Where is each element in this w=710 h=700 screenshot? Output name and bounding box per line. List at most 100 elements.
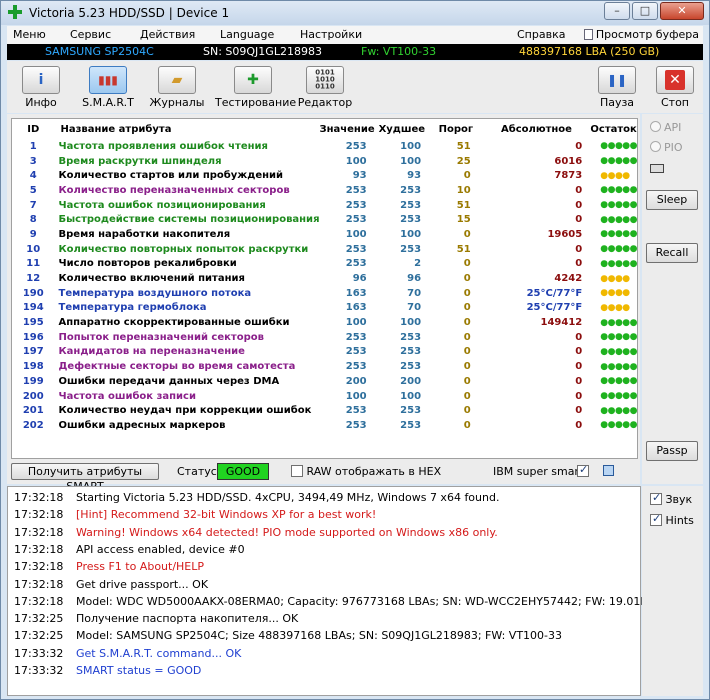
- smart-row[interactable]: 10 Количество повторных попыток раскрутки…: [12, 242, 637, 257]
- stop-button[interactable]: ✕ Стоп: [645, 65, 705, 111]
- smart-cell-threshold: 51: [456, 140, 471, 152]
- smart-cell-id: 199: [22, 375, 44, 387]
- smart-row[interactable]: 201 Количество неудач при коррекции ошибо…: [12, 403, 638, 418]
- menu-item-service[interactable]: Сервис: [70, 28, 111, 41]
- test-plus-icon: ✚: [234, 66, 272, 94]
- smart-row[interactable]: 3 Время раскрутки шпинделя 100 100 25 6016 ●●●…: [12, 154, 638, 169]
- menu-item-language[interactable]: Language: [220, 28, 274, 41]
- smart-row[interactable]: 4 Количество стартов или пробуждений 93 93 0…: [12, 168, 637, 183]
- smart-button[interactable]: ▮▮▮ S.M.A.R.T: [71, 65, 145, 111]
- raw-hex-option[interactable]: RAW отображать в HEX: [291, 465, 441, 478]
- smart-cell-worst: 70: [407, 302, 422, 314]
- smart-cell-threshold: 51: [456, 243, 471, 255]
- smart-cell-id: 200: [22, 390, 44, 402]
- smart-options-icon[interactable]: [603, 465, 614, 476]
- menu-item-help[interactable]: Справка: [517, 28, 565, 41]
- smart-row[interactable]: 8 Быстродействие системы позиционирования…: [12, 212, 638, 227]
- smart-cell-absolute: 0: [575, 346, 583, 358]
- title-bar[interactable]: Victoria 5.23 HDD/SSD | Device 1 – □ ✕: [1, 1, 709, 25]
- api-radio[interactable]: API: [650, 121, 681, 134]
- passp-button[interactable]: Passp: [646, 441, 698, 461]
- smart-cell-id: 10: [26, 243, 41, 255]
- editor-button[interactable]: 0101 1010 0110 Редактор: [289, 65, 361, 111]
- logs-button[interactable]: ▰ Журналы: [143, 65, 211, 111]
- hints-option[interactable]: Hints: [650, 512, 694, 527]
- smart-row[interactable]: 11 Число повторов рекалибровки 253 2 0 0 ●●●●●: [12, 257, 637, 272]
- pio-radio[interactable]: PIO: [650, 141, 683, 154]
- smart-row[interactable]: 198 Дефектные секторы во время самотеста 2…: [12, 359, 638, 374]
- get-smart-button[interactable]: Получить атрибуты SMART: [11, 463, 159, 493]
- menu-item-actions[interactable]: Действия: [140, 28, 195, 41]
- smart-cell-dots: ●●●●●: [600, 214, 637, 225]
- test-label: Тестирование: [215, 96, 297, 109]
- close-button[interactable]: ✕: [660, 2, 704, 20]
- log-message: SMART status = GOOD: [76, 664, 202, 677]
- minimize-button[interactable]: –: [604, 2, 630, 20]
- smart-row[interactable]: 1 Частота проявления ошибок чтения 253 100 5…: [12, 139, 638, 154]
- pause-button[interactable]: ❚❚ Пауза: [587, 65, 647, 111]
- smart-row[interactable]: 195 Аппаратно скорректированные ошибки 100…: [12, 315, 638, 330]
- log-area[interactable]: 17:32:18 Starting Victoria 5.23 HDD/SSD. …: [7, 486, 663, 696]
- menu-item-menu[interactable]: Меню: [13, 28, 46, 41]
- col-id[interactable]: ID: [12, 119, 55, 139]
- sound-option[interactable]: Звук: [650, 491, 692, 506]
- log-time: 17:32:18: [14, 560, 64, 574]
- smart-cell-name: Быстродействие системы позиционирования: [58, 214, 320, 226]
- hints-checkbox[interactable]: [650, 512, 662, 526]
- col-worst[interactable]: Худшее: [375, 119, 429, 139]
- log-line: 17:32:18 [Hint] Recommend 32-bit Windows …: [14, 508, 376, 521]
- smart-cell-value: 200: [345, 375, 367, 387]
- smart-cell-value: 253: [345, 346, 367, 358]
- smart-cell-id: 11: [26, 258, 41, 270]
- smart-cell-dots: ●●●●●: [600, 229, 637, 240]
- log-message: Получение паспорта накопителя... OK: [76, 612, 299, 626]
- raw-hex-checkbox[interactable]: [291, 465, 303, 477]
- smart-row[interactable]: 200 Частота ошибок записи 100 100 0 0 ●●●●●: [12, 389, 638, 404]
- col-remaining[interactable]: Остаток: [590, 119, 637, 139]
- smart-cell-value: 100: [345, 228, 367, 240]
- smart-row[interactable]: 9 Время наработки накопителя 100 100 0 19605 ●…: [12, 227, 638, 242]
- smart-cell-threshold: 0: [463, 390, 471, 402]
- maximize-button[interactable]: □: [632, 2, 658, 20]
- smart-cell-worst: 70: [407, 287, 422, 299]
- smart-row[interactable]: 199 Ошибки передачи данных через DMA 200 20…: [12, 374, 638, 389]
- log-line: 17:32:25 Model: SAMSUNG SP2504C; Size 488…: [14, 629, 562, 642]
- smart-cell-absolute: 0: [575, 331, 583, 343]
- smart-cell-threshold: 0: [463, 228, 471, 240]
- sound-checkbox[interactable]: [650, 491, 662, 505]
- smart-row[interactable]: 202 Ошибки адресных маркеров 253 253 0 0 ●●●●●: [12, 418, 638, 433]
- smart-row[interactable]: 12 Количество включений питания 96 96 0 4242 ●…: [12, 271, 637, 286]
- smart-cell-absolute: 6016: [554, 155, 583, 167]
- smart-row[interactable]: 194 Температура гермоблока 163 70 0 25°C/77°F…: [12, 301, 637, 316]
- col-value[interactable]: Значение: [320, 119, 375, 139]
- smart-cell-threshold: 0: [463, 375, 471, 387]
- test-button[interactable]: ✚ Тестирование: [215, 65, 296, 111]
- smart-row[interactable]: 197 Кандидатов на переназначение 253 253 0 0 ●…: [12, 345, 638, 360]
- smart-cell-name: Время наработки накопителя: [58, 228, 231, 240]
- smart-cell-absolute: 0: [575, 258, 583, 270]
- log-line: 17:32:18 Warning! Windows x64 detected! P…: [14, 526, 498, 539]
- smart-cell-absolute: 7873: [554, 170, 583, 182]
- smart-cell-id: 198: [22, 361, 44, 373]
- smart-cell-dots: ●●●●: [600, 170, 630, 181]
- smart-row[interactable]: 5 Количество переназначенных секторов 253 2…: [12, 183, 638, 198]
- info-button[interactable]: i Инфо: [7, 65, 75, 111]
- col-absolute[interactable]: Абсолютное: [483, 119, 591, 139]
- smart-cell-dots: ●●●●●: [600, 185, 637, 196]
- smart-cell-threshold: 15: [456, 214, 471, 226]
- smart-row[interactable]: 190 Температура воздушного потока 163 70 0 25…: [12, 286, 637, 301]
- menu-item-settings[interactable]: Настройки: [300, 28, 362, 41]
- ibm-super-smart-checkbox[interactable]: [577, 463, 589, 477]
- log-time: 17:32:18: [14, 525, 64, 539]
- col-name[interactable]: Название атрибута: [55, 119, 320, 139]
- smart-cell-dots: ●●●●●: [600, 405, 637, 416]
- stop-label: Стоп: [660, 96, 689, 109]
- sleep-button[interactable]: Sleep: [646, 190, 698, 210]
- log-message: Model: SAMSUNG SP2504C; Size 488397168 L…: [76, 629, 563, 643]
- recall-button[interactable]: Recall: [646, 243, 698, 263]
- device-firmware: Fw: VT100-33: [361, 45, 437, 58]
- buffer-view-link[interactable]: Просмотр буфера: [583, 28, 699, 41]
- smart-row[interactable]: 7 Частота ошибок позиционирования 253 253 51…: [12, 198, 638, 213]
- col-threshold[interactable]: Порог: [429, 119, 483, 139]
- smart-row[interactable]: 196 Попыток переназначений секторов 253 253…: [12, 330, 638, 345]
